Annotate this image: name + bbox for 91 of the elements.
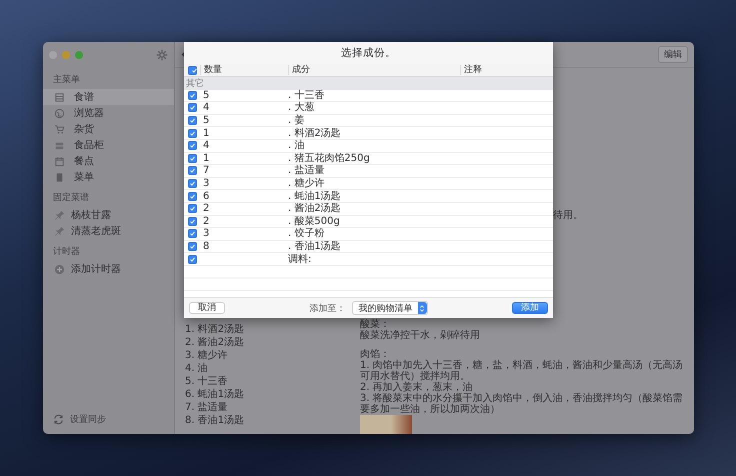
globe-icon: [54, 108, 65, 118]
sync-settings-link[interactable]: 设置同步: [70, 413, 106, 426]
sidebar-item[interactable]: 浏览器: [43, 105, 174, 121]
table-cell-text: 5: [202, 90, 210, 101]
checkbox[interactable]: [188, 179, 197, 188]
table-cell-text: . 大葱: [288, 102, 316, 114]
table-cell-text: . 姜: [288, 115, 306, 126]
table-cell-text: . 糖少许: [288, 178, 326, 190]
step-text: 酸菜洗净控干水，剁碎待用: [360, 330, 481, 341]
section-heading: 主菜单: [52, 74, 81, 87]
ingredient-text: 5. 十三香: [185, 375, 229, 388]
sidebar-item[interactable]: 杂货: [43, 121, 174, 137]
table-cell-text: . 酸菜500g: [288, 216, 341, 227]
table-cell-text: 4: [202, 102, 210, 114]
ingredient-text: 4. 油: [185, 362, 209, 375]
table-cell-text: . 蚝油1汤匙: [288, 190, 342, 202]
sidebar-item[interactable]: 餐点: [43, 153, 174, 169]
ingredient-text: 2. 酱油2汤匙: [185, 336, 246, 349]
ingredient-text: 8. 香油1汤匙: [185, 414, 246, 427]
checkbox[interactable]: [188, 229, 197, 238]
ingredient-text: 6. 蚝油1汤匙: [185, 388, 246, 401]
table-cell-text: . 香油1汤匙: [288, 241, 342, 252]
checkbox[interactable]: [188, 166, 197, 176]
ingredient-text: 3. 糖少许: [185, 349, 229, 362]
table-cell-text: 3: [202, 228, 210, 240]
table-cell-text: 8: [202, 241, 210, 252]
calendar-icon: [54, 156, 65, 166]
checkbox[interactable]: [188, 66, 197, 74]
checkbox[interactable]: [188, 242, 197, 252]
sidebar-item[interactable]: 添加计时器: [43, 261, 174, 277]
section-heading: 肉馅：: [360, 349, 391, 360]
checkbox[interactable]: [188, 216, 197, 226]
section-heading: 酸菜：: [360, 319, 391, 330]
column-header[interactable]: 成分: [288, 65, 460, 75]
ingredient-text: 1. 料酒2汤匙: [185, 323, 246, 336]
cart-icon: [54, 124, 65, 134]
checkbox[interactable]: [188, 204, 197, 214]
add-button[interactable]: 添加: [512, 302, 548, 314]
checkbox[interactable]: [188, 154, 197, 163]
checkbox[interactable]: [188, 192, 197, 201]
sidebar-item[interactable]: 杨枝甘露: [43, 207, 174, 223]
checkbox[interactable]: [188, 254, 197, 264]
list-select[interactable]: 我的购物清单: [352, 301, 428, 315]
sync-icon: [53, 414, 64, 425]
photo-placeholder: [360, 415, 412, 434]
sidebar-item[interactable]: 清蒸老虎斑: [43, 223, 174, 239]
pin-icon: [54, 210, 65, 220]
sheet-title: 选择成份。: [184, 42, 553, 64]
section-heading: 固定菜谱: [52, 192, 90, 205]
add-to-label: 添加至：: [310, 302, 346, 314]
table-cell-text: 3: [202, 178, 210, 190]
table-cell-text: 1: [202, 152, 210, 164]
table-cell-text: . 酱油2汤匙: [288, 203, 342, 214]
pin-icon: [54, 226, 65, 236]
group-header: 其它: [184, 77, 553, 90]
up-down-arrows-icon: [418, 304, 426, 312]
sidebar-item[interactable]: 食品柜: [43, 137, 174, 153]
section-heading: 计时器: [52, 246, 81, 259]
table-cell-text: 7: [202, 165, 210, 176]
checkbox[interactable]: [188, 103, 197, 112]
document-icon: [54, 172, 65, 182]
table-cell-text: 5: [202, 115, 210, 126]
step-text: 3. 将酸菜末中的水分攥干加入肉馅中，倒入油，香油搅拌均匀（酸菜馅需要多加一些油，所以加两次油）: [360, 393, 684, 415]
table-cell-text: 4: [202, 140, 210, 152]
checkbox[interactable]: [188, 90, 197, 100]
column-header[interactable]: 注释: [460, 65, 553, 75]
table-cell-text: . 油: [288, 140, 306, 152]
table-cell-text: . 饺子粉: [288, 228, 326, 240]
checkbox[interactable]: [188, 141, 197, 150]
sidebar-item[interactable]: 食谱: [43, 89, 174, 105]
checkbox[interactable]: [188, 128, 197, 138]
table-cell-text: 调料:: [288, 254, 312, 265]
table-cell-text: . 盐适量: [288, 165, 326, 176]
table-cell-text: 6: [202, 190, 210, 202]
table-cell-text: 2: [202, 203, 210, 214]
plus-circle-icon: [54, 264, 65, 274]
ingredient-text: 7. 盐适量: [185, 401, 229, 414]
cancel-button[interactable]: 取消: [189, 302, 225, 314]
table-cell-text: . 猪五花肉馅250g: [288, 152, 371, 164]
table-cell-text: . 十三香: [288, 90, 326, 101]
table-cell-text: . 料酒2汤匙: [288, 128, 342, 139]
table-cell-text: 2: [202, 216, 210, 227]
table-cell-text: 1: [202, 128, 210, 139]
step-text: 2. 再加入姜末，葱末，油: [360, 382, 473, 393]
edit-button[interactable]: 编辑: [658, 46, 688, 63]
checkbox[interactable]: [188, 116, 197, 126]
column-header[interactable]: 数量: [200, 65, 288, 75]
list-icon: [54, 92, 65, 102]
step-text: 待用。: [553, 210, 583, 221]
step-text: 1. 肉馅中加先入十三香，糖，盐，料酒，蚝油，酱油和少量高汤（无高汤可用水替代）搅拌均用。: [360, 360, 684, 382]
sidebar-item[interactable]: 菜单: [43, 169, 174, 185]
